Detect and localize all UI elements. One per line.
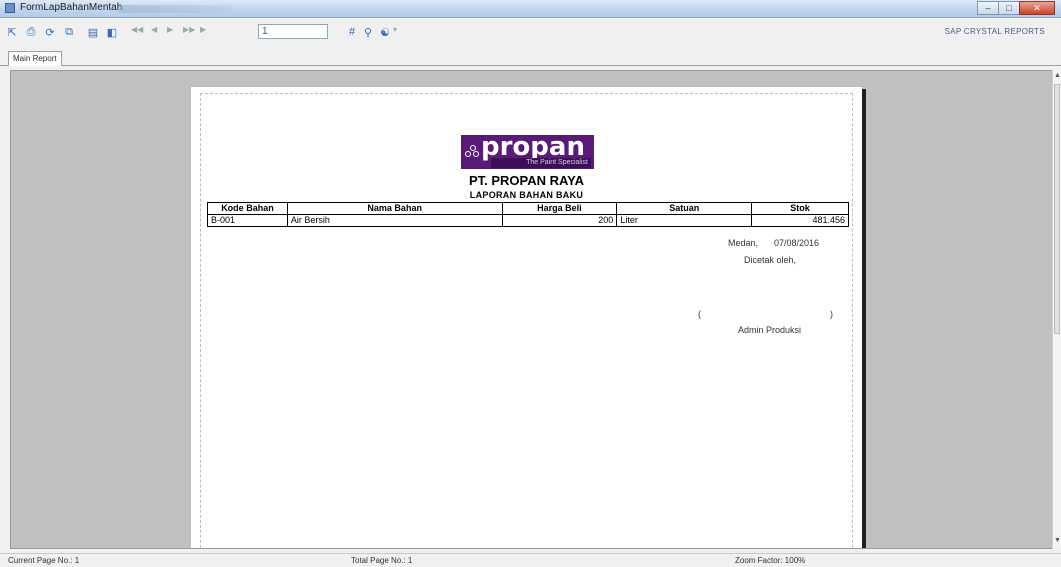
title-bar: FormLapBahanMentah – □ ✕ <box>0 0 1061 18</box>
zoom-dropdown-icon[interactable]: ▾ <box>393 25 397 34</box>
column-header-stok: Stok <box>751 202 849 215</box>
maximize-button[interactable]: □ <box>998 1 1020 15</box>
status-zoom: Zoom Factor: 100% <box>735 556 806 565</box>
export-icon[interactable]: ⇱ <box>5 25 19 39</box>
find-text-icon[interactable]: # <box>345 25 359 39</box>
cell-harga: 200 <box>501 214 618 227</box>
status-bar: Current Page No.: 1 Total Page No.: 1 Zo… <box>0 553 1061 567</box>
close-button[interactable]: ✕ <box>1019 1 1055 15</box>
logo-dots-icon <box>465 145 481 159</box>
tab-main-report[interactable]: Main Report <box>8 51 62 66</box>
toggle-group-tree-icon[interactable]: ◧ <box>105 25 119 39</box>
last-page-icon[interactable]: ▶▶ <box>183 25 195 34</box>
minimize-icon: – <box>985 3 991 13</box>
logo-tagline: The Paint Specialist <box>491 158 591 168</box>
signature-open-paren: ( <box>698 309 701 319</box>
column-header-nama: Nama Bahan <box>286 202 503 215</box>
table-header-row: Kode Bahan Nama Bahan Harga Beli Satuan … <box>207 202 849 215</box>
report-table: Kode Bahan Nama Bahan Harga Beli Satuan … <box>207 202 849 227</box>
scroll-down-icon[interactable]: ▼ <box>1054 537 1061 544</box>
report-tabs: Main Report <box>0 46 1061 66</box>
company-name: PT. PROPAN RAYA <box>468 173 585 188</box>
status-total-page: Total Page No.: 1 <box>351 556 413 565</box>
signature-printed-by: Dicetak oleh, <box>744 255 797 265</box>
zoom-icon[interactable]: ☯ <box>378 25 392 39</box>
scrollbar-thumb[interactable] <box>1054 84 1060 334</box>
previous-page-icon[interactable]: ◀ <box>151 25 157 34</box>
signature-date: 07/08/2016 <box>774 238 820 248</box>
cell-nama: Air Bersih <box>286 214 503 227</box>
copy-icon[interactable]: ⧉ <box>62 25 76 39</box>
window-title: FormLapBahanMentah <box>20 2 123 13</box>
column-header-satuan: Satuan <box>616 202 753 215</box>
report-toolbar: ⇱ ⎙ ⟳ ⧉ ▤ ◧ ◀◀ ◀ ▶ ▶▶ ▶ 1 # ⚲ ☯ ▾ SAP CR… <box>0 19 1061 46</box>
print-icon[interactable]: ⎙ <box>24 25 38 39</box>
report-viewer: propan The Paint Specialist PT. PROPAN R… <box>10 70 1053 549</box>
next-page-icon[interactable]: ▶ <box>167 25 173 34</box>
report-title: LAPORAN BAHAN BAKU <box>469 190 584 200</box>
crystal-reports-brand: SAP CRYSTAL REPORTS <box>944 27 1045 36</box>
search-icon[interactable]: ⚲ <box>361 25 375 39</box>
signature-name: Admin Produksi <box>738 325 802 335</box>
table-row: B-001 Air Bersih 200 Liter 481.456 <box>207 214 849 227</box>
minimize-button[interactable]: – <box>977 1 999 15</box>
status-current-page: Current Page No.: 1 <box>8 556 80 565</box>
close-icon: ✕ <box>1033 2 1041 13</box>
toggle-parameter-panel-icon[interactable]: ▤ <box>86 25 100 39</box>
signature-close-paren: ) <box>830 309 833 319</box>
column-header-harga: Harga Beli <box>501 202 618 215</box>
column-header-kode: Kode Bahan <box>207 202 288 215</box>
cell-satuan: Liter <box>616 214 753 227</box>
cell-stok: 481.456 <box>751 214 849 227</box>
cell-kode: B-001 <box>207 214 288 227</box>
goto-page-icon[interactable]: ▶ <box>200 25 206 34</box>
page-number-input[interactable]: 1 <box>258 24 328 39</box>
app-icon <box>5 3 15 13</box>
vertical-scrollbar[interactable]: ▲ ▼ <box>1052 70 1061 549</box>
scroll-up-icon[interactable]: ▲ <box>1054 72 1061 79</box>
first-page-icon[interactable]: ◀◀ <box>131 25 143 34</box>
signature-city: Medan, <box>728 238 759 248</box>
report-page: propan The Paint Specialist PT. PROPAN R… <box>191 87 862 548</box>
refresh-icon[interactable]: ⟳ <box>43 25 57 39</box>
title-blur <box>118 5 233 13</box>
window-controls: – □ ✕ <box>977 1 1055 16</box>
company-logo: propan The Paint Specialist <box>461 132 594 169</box>
maximize-icon: □ <box>1006 3 1012 13</box>
